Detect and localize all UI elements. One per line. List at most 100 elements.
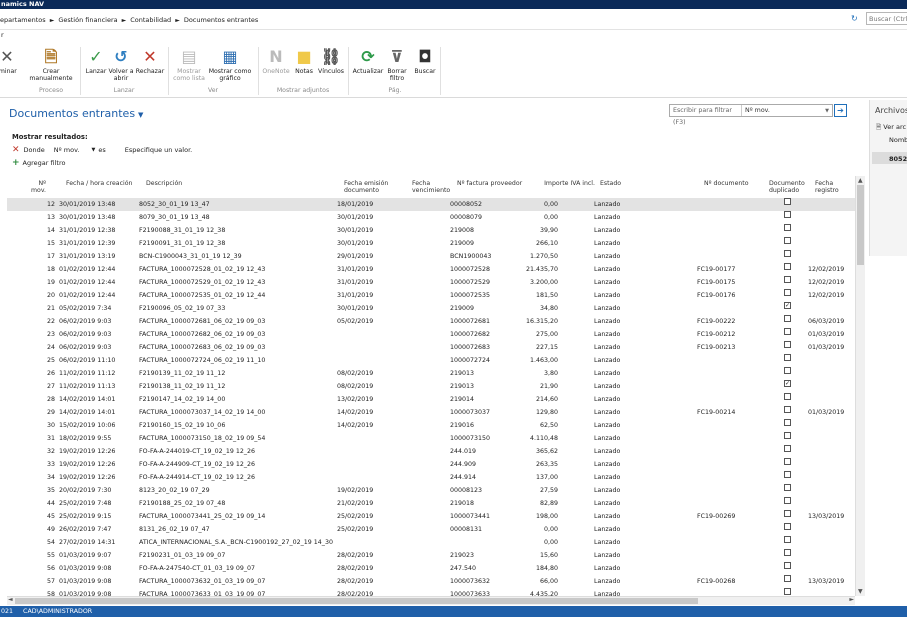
table-row[interactable]: 56 01/03/2019 9:08 FO-FA-A-247540-CT_01_03… [7,562,855,575]
duplicate-checkbox[interactable]: ✓ [784,380,791,387]
vertical-scrollbar[interactable]: ▲ ▼ [855,176,865,596]
column-header[interactable]: Nº factura proveedor [457,180,537,187]
table-row[interactable]: 22 06/02/2019 9:03 FACTURA_1000072681_06_0… [7,315,855,328]
quick-filter[interactable]: Escribir para filtrar (F3) Nº mov. ▼ [669,104,833,126]
table-row[interactable]: 45 25/02/2019 9:15 FACTURA_1000073441_25_0… [7,510,855,523]
table-row[interactable]: 57 01/03/2019 9:08 FACTURA_1000073632_01_0… [7,575,855,588]
duplicate-checkbox[interactable] [784,354,791,361]
create-document-button[interactable]: 🗎 Crear manualmente [28,47,74,83]
column-header[interactable]: Descripción [146,180,296,187]
horizontal-scrollbar[interactable]: ◄ ► [7,596,855,605]
duplicate-checkbox[interactable] [784,458,791,465]
filter-field-dropdown[interactable]: Nº mov. [54,146,80,154]
global-search-input[interactable]: Buscar (Ctrl+ [866,12,907,25]
breadcrumb-item[interactable]: Contabilidad [130,16,171,24]
duplicate-checkbox[interactable] [784,419,791,426]
duplicate-checkbox[interactable] [784,341,791,348]
table-row[interactable]: 35 20/02/2019 7:30 8123_20_02_19 07_29 19/0… [7,484,855,497]
breadcrumb-item[interactable]: Gestión financiera [58,16,117,24]
notes-button[interactable]: ■ Notas [292,47,316,76]
scroll-down-icon[interactable]: ▼ [858,588,863,595]
filter-value-input[interactable]: Especifique un valor. [125,146,192,154]
checkmark-button[interactable]: ✓ Lanzar [84,47,108,76]
menu-item[interactable]: r [1,31,4,39]
table-row[interactable]: 27 11/02/2019 11:13 F2190138_11_02_19 11_1… [7,380,855,393]
duplicate-checkbox[interactable] [784,510,791,517]
column-header[interactable]: Nº documento [704,180,764,187]
scroll-up-icon[interactable]: ▲ [858,177,863,184]
duplicate-checkbox[interactable] [784,263,791,270]
duplicate-checkbox[interactable] [784,575,791,582]
table-row[interactable]: 25 06/02/2019 11:10 FACTURA_1000072724_06_… [7,354,855,367]
table-row[interactable]: 26 11/02/2019 11:12 F2190139_11_02_19 11_1… [7,367,855,380]
duplicate-checkbox[interactable] [784,536,791,543]
page-title[interactable]: Documentos entrantes ▼ [9,107,143,120]
delete-button[interactable]: ✕ iminar [0,47,20,76]
table-row[interactable]: 54 27/02/2019 14:31 ATICA_INTERNACIONAL_S.… [7,536,855,549]
table-row[interactable]: 34 19/02/2019 12:26 FO-FA-A-244914-CT_19_0… [7,471,855,484]
duplicate-checkbox[interactable] [784,562,791,569]
breadcrumb-item[interactable]: epartamentos [0,16,46,24]
apply-filter-button[interactable]: ➔ [834,104,847,117]
reject-button[interactable]: ✕ Rechazar [136,47,165,76]
column-header[interactable]: Fecha emisión documento [344,180,404,194]
filter-field-select[interactable]: Nº mov. [742,105,825,117]
table-row[interactable]: 32 19/02/2019 12:26 FO-FA-A-244019-CT_19_0… [7,445,855,458]
remove-filter-icon[interactable]: ✕ [12,145,20,155]
duplicate-checkbox[interactable] [784,497,791,504]
links-button[interactable]: ⛓ Vínculos [318,47,344,76]
table-row[interactable]: 12 30/01/2019 13:48 8052_30_01_19 13_47 18/… [7,198,855,211]
table-row[interactable]: 19 01/02/2019 12:44 FACTURA_1000072529_01_… [7,276,855,289]
duplicate-checkbox[interactable] [784,588,791,595]
duplicate-checkbox[interactable] [784,367,791,374]
binoculars-button[interactable]: ◘ Buscar [412,47,438,76]
filter-input[interactable]: Escribir para filtrar (F3) [670,105,742,126]
clear-filter-button[interactable]: ⊽ Borrar filtro [384,47,410,83]
scroll-left-icon[interactable]: ◄ [8,596,13,603]
file-name[interactable]: 8052_3 [889,155,907,163]
duplicate-checkbox[interactable] [784,315,791,322]
duplicate-checkbox[interactable] [784,484,791,491]
table-row[interactable]: 23 06/02/2019 9:03 FACTURA_1000072682_06_0… [7,328,855,341]
chevron-down-icon[interactable]: ▼ [92,147,96,153]
duplicate-checkbox[interactable] [784,432,791,439]
table-row[interactable]: 49 26/02/2019 7:47 8131_26_02_19 07_47 25/0… [7,523,855,536]
duplicate-checkbox[interactable] [784,549,791,556]
column-header[interactable]: Importe IVA incl. [540,180,595,187]
onenote-button[interactable]: N OneNote [262,47,290,76]
refresh-page-icon[interactable]: ↻ [851,14,858,23]
column-header[interactable]: Fecha / hora creación [66,180,136,187]
table-row[interactable]: 15 31/01/2019 12:39 F2190091_31_01_19 12_3… [7,237,855,250]
table-row[interactable]: 21 05/02/2019 7:34 F2190096_05_02_19 07_33… [7,302,855,315]
table-row[interactable]: 30 15/02/2019 10:06 F2190160_15_02_19 10_0… [7,419,855,432]
column-header[interactable]: Fecha vencimiento [412,180,452,194]
duplicate-checkbox[interactable] [784,276,791,283]
refresh-button[interactable]: ⟳ Actualizar [352,47,384,76]
duplicate-checkbox[interactable] [784,393,791,400]
duplicate-checkbox[interactable] [784,445,791,452]
table-row[interactable]: 18 01/02/2019 12:44 FACTURA_1000072528_01_… [7,263,855,276]
table-row[interactable]: 24 06/02/2019 9:03 FACTURA_1000072683_06_0… [7,341,855,354]
add-filter-button[interactable]: + Agregar filtro [12,158,65,168]
duplicate-checkbox[interactable] [784,406,791,413]
duplicate-checkbox[interactable] [784,224,791,231]
table-row[interactable]: 17 31/01/2019 13:19 BCN-C1900043_31_01_19 … [7,250,855,263]
scroll-right-icon[interactable]: ► [849,596,854,603]
column-header[interactable]: Documento duplicado [769,180,809,194]
column-header[interactable]: Estado [600,180,650,187]
table-row[interactable]: 58 01/03/2019 9:08 FACTURA_1000073633_01_0… [7,588,855,596]
duplicate-checkbox[interactable] [784,328,791,335]
duplicate-checkbox[interactable] [784,237,791,244]
scroll-thumb[interactable] [857,185,864,265]
breadcrumb-item[interactable]: Documentos entrantes [184,16,258,24]
column-header[interactable]: Fecha registro [815,180,855,194]
duplicate-checkbox[interactable] [784,289,791,296]
duplicate-checkbox[interactable]: ✓ [784,302,791,309]
view-file-button[interactable]: 🗎 Ver arc [876,123,906,134]
duplicate-checkbox[interactable] [784,198,791,205]
scroll-thumb[interactable] [15,598,698,604]
duplicate-checkbox[interactable] [784,523,791,530]
duplicate-checkbox[interactable] [784,250,791,257]
table-row[interactable]: 28 14/02/2019 14:01 F2190147_14_02_19 14_0… [7,393,855,406]
list-view-button[interactable]: ▤ Mostrar como lista [172,47,206,83]
